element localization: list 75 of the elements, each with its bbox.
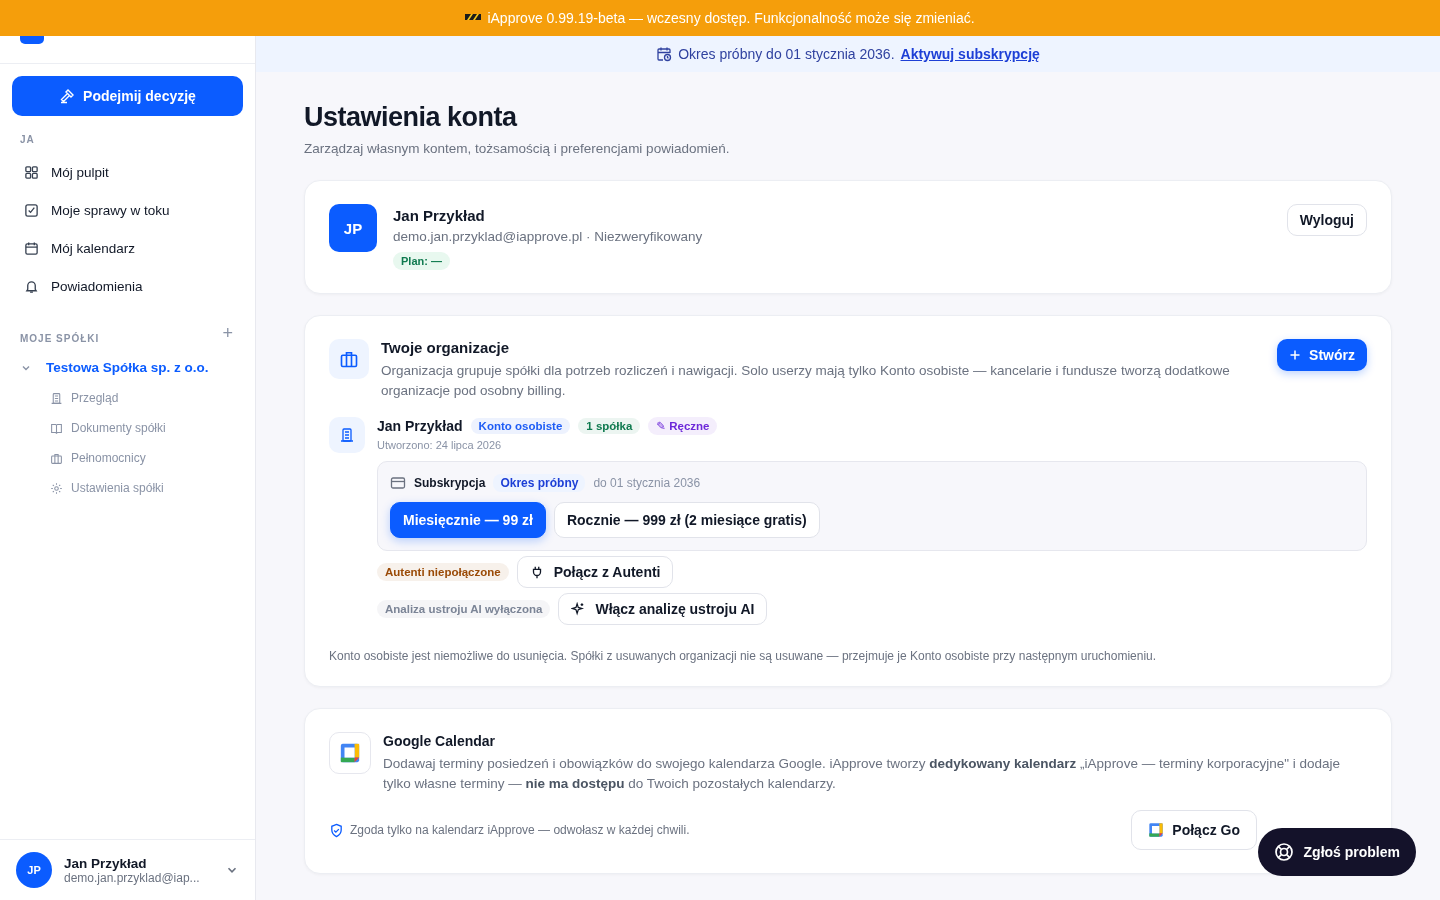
- card-title: Google Calendar: [383, 733, 496, 749]
- info-note: Konto osobiste jest niemożliwe do usunięcia. Spółki z usuwanych organizacji nie są usuwane — przejmuje je Konto osobiste przy następnym uruchomieniu.: [329, 649, 1158, 663]
- nav-label: Pełnomocnicy: [71, 451, 146, 465]
- page-subtitle: Zarządzaj własnym kontem, tożsamością i preferencjami powiadomień.: [304, 141, 731, 156]
- briefcase-icon: [50, 451, 63, 465]
- plan-option[interactable]: Rocznie — 999 zł (2 miesiące gratis): [553, 502, 820, 538]
- logout-button[interactable]: Wyloguj: [1286, 204, 1367, 236]
- profile-name: Jan Przykład: [393, 207, 485, 224]
- building-icon: [50, 391, 63, 405]
- user-menu[interactable]: JP Jan Przykład demo.jan.przyklad@iap...: [0, 839, 255, 900]
- decision-button[interactable]: Podejmij decyzję: [12, 76, 243, 116]
- banner-text: iApprove 0.99.19-beta — wczesny dostęp. Funkcjonalność może się zmieniać.: [487, 10, 975, 26]
- connect-google-button[interactable]: Połącz Go: [1131, 810, 1257, 850]
- status-badge: Analiza ustroju AI wyłączona: [377, 600, 551, 618]
- logo-icon: [20, 36, 44, 44]
- status-badge: Autenti niepołączone: [377, 563, 509, 581]
- user-name: Jan Przykład: [64, 855, 148, 871]
- shield-check-icon: [329, 822, 344, 838]
- nav-item[interactable]: Mój kalendarz: [12, 229, 243, 267]
- user-email: demo.jan.przyklad@iap...: [64, 870, 201, 885]
- card-title: Twoje organizacje: [381, 339, 510, 356]
- calendar-icon: [24, 240, 39, 256]
- nav-label: Ustawienia spółki: [71, 481, 164, 495]
- nav-label: Powiadomienia: [51, 278, 143, 294]
- tag: ✎ Ręczne: [648, 417, 718, 435]
- gavel-icon: [59, 88, 76, 104]
- subscription-date: do 01 stycznia 2036: [593, 476, 701, 490]
- nav-label: Moje sprawy w toku: [51, 202, 170, 218]
- lifebuoy-icon: [1273, 842, 1294, 862]
- nav-item[interactable]: Mój pulpit: [12, 153, 243, 191]
- section-label: MOJE SPÓŁKI: [19, 331, 101, 346]
- card-description: Organizacja grupuje spółki dla potrzeb rozliczeń i nawigacji. Solo userzy mają tylko Konto osobiste — kancelarie i fundusze tworzą dodatkowe organizacje pod osobny billing.: [381, 362, 1231, 400]
- checkbox-icon: [24, 202, 39, 218]
- grid-icon: [24, 164, 39, 180]
- building-icon: [339, 427, 355, 443]
- section-label: JA: [19, 133, 36, 147]
- page-title: Ustawienia konta: [304, 102, 519, 133]
- nav-label: Mój kalendarz: [51, 240, 136, 256]
- subscription-label: Subskrypcja: [414, 476, 486, 490]
- nav-label: Dokumenty spółki: [71, 421, 166, 435]
- consent-text: Zgoda tylko na kalendarz iApprove — odwołasz w każdej chwili.: [350, 823, 691, 837]
- nav-item[interactable]: Moje sprawy w toku: [12, 191, 243, 229]
- activate-link[interactable]: Aktywuj subskrypcję: [900, 46, 1040, 62]
- card-description: Dodawaj terminy posiedzeń i obowiązków do swojego kalendarza Google. iApprove tworzy dedykowany kalendarz „iApprove — terminy korporacyjne" i dodaje tylko własne terminy — nie ma dostępu do Twoich pozostałych kalendarzy.: [383, 755, 1342, 793]
- settings-icon: [50, 481, 63, 495]
- company-name: Testowa Spółka sp. z o.o.: [46, 360, 209, 375]
- profile-details: demo.jan.przyklad@iapprove.pl · Niezweryfikowany: [393, 229, 703, 244]
- briefcase-icon: [339, 349, 359, 369]
- trial-text: Okres próbny do 01 stycznia 2036.: [678, 46, 895, 62]
- book-icon: [50, 421, 63, 435]
- nav-item[interactable]: Powiadomienia: [12, 267, 243, 305]
- plan-badge: Plan: —: [393, 252, 450, 270]
- credit-card-icon: [390, 475, 406, 491]
- tag: 1 spółka: [578, 418, 641, 434]
- organization-name: Jan Przykład: [377, 418, 463, 434]
- avatar: JP: [329, 204, 377, 252]
- barrier-icon: [465, 13, 482, 23]
- integration-button[interactable]: Włącz analizę ustroju AI: [558, 593, 768, 625]
- bell-icon: [24, 278, 39, 294]
- integration-button[interactable]: Połącz z Autenti: [516, 556, 674, 588]
- plus-icon: [1289, 349, 1302, 361]
- tag: Konto osobiste: [470, 418, 571, 434]
- create-button[interactable]: Stwórz: [1277, 339, 1367, 371]
- nav-label: Przegląd: [71, 391, 119, 405]
- report-problem-button[interactable]: Zgłoś problem: [1257, 828, 1416, 876]
- avatar: JP: [16, 852, 52, 888]
- calendar-logo-icon: [339, 742, 361, 764]
- calendar-logo-icon: [1148, 822, 1165, 838]
- sparkle-icon: [571, 602, 586, 616]
- plan-option[interactable]: Miesięcznie — 99 zł: [390, 502, 546, 538]
- calendar-clock-icon: [656, 46, 673, 62]
- created-date: Utworzono: 24 lipca 2026: [377, 439, 503, 451]
- status-badge: Okres próbny: [493, 474, 586, 492]
- nav-label: Mój pulpit: [51, 164, 109, 180]
- company-item[interactable]: Testowa Spółka sp. z o.o.: [12, 352, 243, 383]
